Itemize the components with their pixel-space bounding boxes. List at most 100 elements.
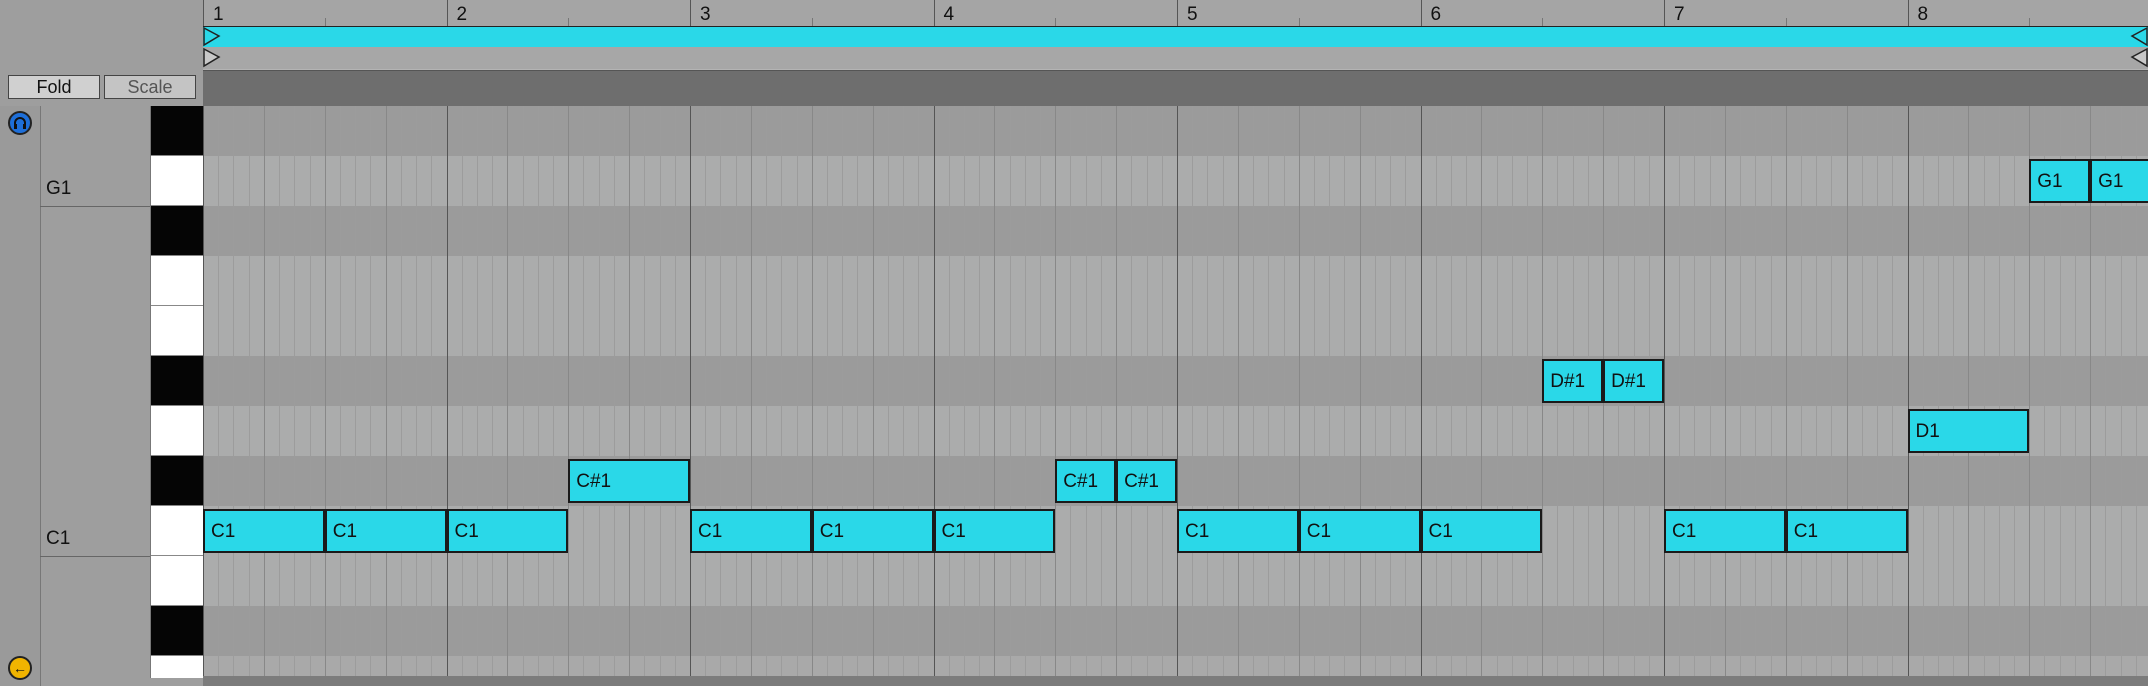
midi-note[interactable]: D1 xyxy=(1907,409,2030,453)
grid-line xyxy=(1435,106,1437,678)
headphones-icon[interactable] xyxy=(8,111,32,135)
bar-tick xyxy=(1420,0,1422,26)
piano-key[interactable] xyxy=(151,406,204,456)
clip-overview-lane[interactable] xyxy=(203,70,2148,108)
piano-key[interactable] xyxy=(151,206,204,256)
start-end-marker-lane[interactable] xyxy=(203,47,2148,69)
grid-line xyxy=(1177,106,1178,678)
beat-tick xyxy=(1298,18,1300,26)
beat-tick xyxy=(1785,18,1787,26)
grid-line xyxy=(431,106,433,678)
loop-end-marker-icon[interactable] xyxy=(2130,27,2148,47)
bar-tick xyxy=(1664,0,1665,26)
pitch-row xyxy=(203,406,2148,456)
grid-line xyxy=(309,106,311,678)
midi-note[interactable]: C#1 xyxy=(568,459,690,503)
pitch-row xyxy=(203,106,2148,156)
piano-key[interactable] xyxy=(151,306,204,356)
grid-line xyxy=(963,106,965,678)
bottom-scroll-bar[interactable] xyxy=(203,676,2148,686)
grid-line xyxy=(735,106,737,678)
note-editor-grid[interactable]: C1 C1 C1 C#1 C1 C1 C1 C#1 C#1 C1 C1 C1 D#1 D#1 C1 C1 D1 G… xyxy=(203,106,2148,678)
midi-note[interactable]: C1 xyxy=(1785,509,1908,553)
grid-line xyxy=(811,106,813,678)
midi-note[interactable]: C1 xyxy=(324,509,447,553)
grid-line xyxy=(1694,106,1696,678)
grid-line xyxy=(1998,106,2000,678)
grid-line xyxy=(674,106,676,678)
piano-key[interactable] xyxy=(151,506,204,556)
pitch-row xyxy=(203,556,2148,606)
bar-tick xyxy=(690,0,691,26)
pitch-row xyxy=(203,206,2148,256)
midi-note[interactable]: C1 xyxy=(1420,509,1543,553)
grid-line xyxy=(994,106,996,678)
grid-line xyxy=(1344,106,1346,678)
grid-line xyxy=(1116,106,1118,678)
grid-line xyxy=(1831,106,1833,678)
octave-label: G1 xyxy=(46,178,72,199)
fold-button[interactable]: Fold xyxy=(8,75,100,99)
midi-note[interactable]: D#1 xyxy=(1542,359,1604,403)
midi-note[interactable]: C1 xyxy=(690,509,812,553)
grid-line xyxy=(1070,106,1072,678)
grid-line xyxy=(1085,106,1087,678)
grid-line xyxy=(1420,106,1422,678)
midi-note[interactable]: C1 xyxy=(1664,509,1786,553)
midi-note[interactable]: C1 xyxy=(1177,509,1299,553)
grid-line xyxy=(1892,106,1894,678)
midi-note[interactable]: D#1 xyxy=(1603,359,1664,403)
grid-line xyxy=(1466,106,1468,678)
grid-line xyxy=(1527,106,1529,678)
bar-tick xyxy=(203,0,204,26)
bar-tick xyxy=(933,0,935,26)
midi-note[interactable]: C1 xyxy=(933,509,1056,553)
midi-note[interactable]: C1 xyxy=(203,509,325,553)
grid-line xyxy=(203,106,204,678)
grid-line xyxy=(1816,106,1818,678)
midi-note[interactable]: C1 xyxy=(446,509,569,553)
midi-note[interactable]: C#1 xyxy=(1055,459,1117,503)
pitch-row xyxy=(203,306,2148,356)
grid-line xyxy=(461,106,463,678)
start-marker-icon[interactable] xyxy=(203,47,221,69)
piano-key[interactable] xyxy=(151,556,204,606)
loop-brace[interactable] xyxy=(203,26,2148,48)
grid-line xyxy=(1222,106,1224,678)
piano-key[interactable] xyxy=(151,256,204,306)
grid-line xyxy=(355,106,357,678)
bar-ruler[interactable]: 1 2 3 4 5 6 7 8 xyxy=(203,0,2148,27)
end-marker-icon[interactable] xyxy=(2130,47,2148,69)
midi-note[interactable]: G1 xyxy=(2090,159,2148,203)
grid-line xyxy=(1405,106,1407,678)
midi-note[interactable]: C1 xyxy=(1298,509,1421,553)
piano-key[interactable] xyxy=(151,356,204,406)
grid-line xyxy=(1040,106,1042,678)
scale-button[interactable]: Scale xyxy=(104,75,196,99)
pitch-row xyxy=(203,356,2148,406)
loop-start-marker-icon[interactable] xyxy=(203,27,221,47)
grid-line xyxy=(1785,106,1787,678)
piano-key[interactable] xyxy=(151,606,204,656)
left-arrow-icon[interactable]: ← xyxy=(8,656,32,680)
grid-line xyxy=(1496,106,1498,678)
piano-key[interactable] xyxy=(151,456,204,506)
piano-keyboard[interactable] xyxy=(150,106,204,678)
grid-line xyxy=(1679,106,1681,678)
grid-line xyxy=(1846,106,1848,678)
grid-line xyxy=(1968,106,1970,678)
piano-key[interactable] xyxy=(151,156,204,206)
grid-line xyxy=(233,106,235,678)
grid-line xyxy=(1313,106,1315,678)
grid-line xyxy=(1390,106,1392,678)
grid-line xyxy=(598,106,600,678)
midi-note[interactable]: C1 xyxy=(811,509,934,553)
grid-line xyxy=(476,106,478,678)
grid-line xyxy=(1511,106,1513,678)
midi-note[interactable]: G1 xyxy=(2029,159,2091,203)
grid-line xyxy=(1131,106,1133,678)
midi-note[interactable]: C#1 xyxy=(1116,459,1177,503)
grid-line xyxy=(400,106,402,678)
piano-key[interactable] xyxy=(151,106,204,156)
grid-line xyxy=(1055,106,1057,678)
